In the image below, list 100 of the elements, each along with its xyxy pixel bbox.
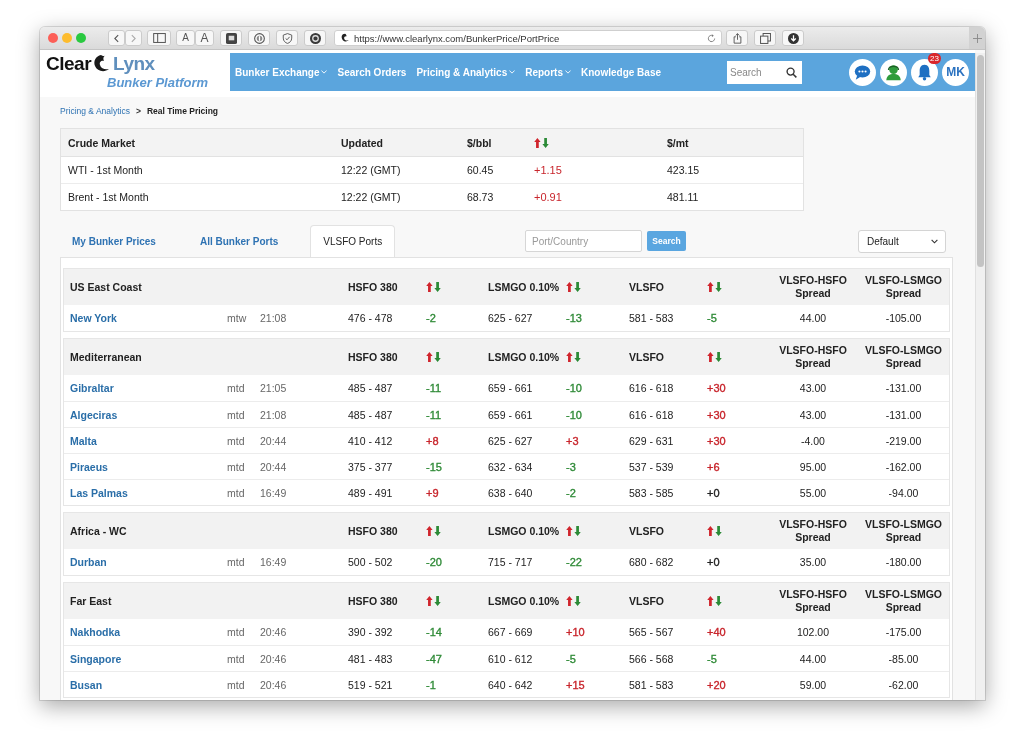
- column-header: Crude Market: [68, 136, 137, 149]
- extension-button[interactable]: [248, 30, 270, 46]
- table-cell-text: 640 - 642: [488, 678, 534, 691]
- up-down-arrows-icon: [426, 526, 441, 536]
- tab[interactable]: VLSFO Ports: [310, 225, 396, 257]
- port-link[interactable]: Busan: [70, 678, 103, 691]
- table-cell-text: -94.00: [887, 486, 920, 499]
- sidebar-button[interactable]: [147, 30, 171, 46]
- column-header: $/mt: [667, 136, 690, 149]
- price-change: -20: [426, 556, 442, 568]
- search-icon[interactable]: [786, 66, 797, 78]
- close-window-button[interactable]: [48, 33, 58, 43]
- chevron-right-icon: [131, 33, 136, 43]
- table-cell-text: 680 - 682: [629, 556, 675, 568]
- text-size-button[interactable]: A: [176, 30, 195, 46]
- breadcrumb-separator: >: [135, 105, 141, 116]
- up-down-arrows-icon: [707, 526, 722, 536]
- column-header: VLSFO: [629, 595, 665, 607]
- port-link[interactable]: New York: [70, 312, 117, 324]
- tabs-button[interactable]: [754, 30, 776, 46]
- up-down-arrows-icon: [566, 282, 581, 292]
- scrollbar[interactable]: [975, 53, 985, 700]
- share-icon: [731, 32, 743, 44]
- up-down-arrows-icon: [534, 137, 549, 148]
- price-change: -15: [426, 460, 442, 473]
- port-link[interactable]: Malta: [70, 434, 97, 447]
- crescent-icon: [340, 33, 350, 43]
- column-header: LSMGO 0.10%: [488, 281, 561, 293]
- text-size-button[interactable]: A: [195, 30, 214, 46]
- table-cell-text: 44.00: [798, 312, 828, 324]
- table-cell-text: mtd: [227, 382, 246, 394]
- chat-icon[interactable]: [849, 58, 876, 86]
- table-cell-text: 500 - 502: [348, 556, 394, 568]
- back-button[interactable]: [108, 30, 125, 46]
- column-header: LSMGO 0.10%: [488, 595, 561, 607]
- breadcrumb-link[interactable]: Pricing & Analytics: [60, 105, 130, 116]
- column-header: LSMGO 0.10%: [488, 525, 561, 537]
- table-cell-text: 659 - 661: [488, 408, 534, 421]
- table-cell-text: 410 - 412: [348, 434, 394, 447]
- column-header: VLSFO-HSFO Spread: [778, 344, 848, 370]
- price-change: -13: [566, 312, 582, 324]
- dark-square-icon: [225, 32, 237, 44]
- table-cell-text: -105.00: [884, 312, 923, 324]
- notification-badge: 23: [928, 52, 941, 64]
- port-link[interactable]: Piraeus: [70, 460, 108, 473]
- table-cell-text: 565 - 567: [629, 626, 675, 638]
- table-cell-text: 583 - 585: [629, 486, 675, 499]
- column-header: VLSFO: [629, 281, 665, 293]
- table-cell-text: mtd: [227, 626, 246, 638]
- port-link[interactable]: Singapore: [70, 652, 122, 665]
- table-cell-text: mtd: [227, 678, 246, 691]
- port-link[interactable]: Las Palmas: [70, 486, 128, 499]
- price-change: +30: [707, 434, 726, 447]
- port-link[interactable]: Algeciras: [70, 408, 118, 421]
- column-header: HSFO 380: [348, 351, 399, 363]
- table-cell-text: 537 - 539: [629, 460, 675, 473]
- table-cell-text: 12:22 (GMT): [341, 164, 402, 176]
- tab[interactable]: My Bunker Prices: [60, 225, 168, 257]
- table-cell-text: 610 - 612: [488, 652, 534, 665]
- table-cell-text: 659 - 661: [488, 382, 534, 394]
- price-change: -2: [566, 486, 576, 499]
- share-button[interactable]: [726, 30, 748, 46]
- table-cell-text: 20:46: [260, 652, 288, 665]
- table-cell-text: WTI - 1st Month: [68, 164, 144, 176]
- user-avatar[interactable]: MK: [942, 58, 969, 86]
- table-cell-text: 476 - 478: [348, 312, 394, 324]
- table-cell-text: 16:49: [260, 486, 288, 499]
- bell-icon[interactable]: [911, 58, 938, 86]
- port-link[interactable]: Durban: [70, 556, 107, 568]
- address-bar[interactable]: https://www.clearlynx.com/BunkerPrice/PortPrice: [334, 30, 722, 46]
- table-cell-text: 20:46: [260, 626, 288, 638]
- column-header: HSFO 380: [348, 281, 399, 293]
- port-link[interactable]: Nakhodka: [70, 626, 121, 638]
- extension-button[interactable]: [304, 30, 326, 46]
- price-change: +0: [707, 486, 720, 499]
- table-cell-text: 625 - 627: [488, 434, 534, 447]
- table-cell-text: mtd: [227, 556, 246, 568]
- reload-icon[interactable]: [707, 33, 716, 43]
- price-change: +0: [707, 556, 720, 568]
- downloads-button[interactable]: [782, 30, 804, 46]
- table-cell-text: -131.00: [884, 382, 923, 394]
- tab[interactable]: All Bunker Ports: [187, 225, 291, 257]
- price-change: -47: [426, 652, 442, 665]
- table-cell-text: -180.00: [884, 556, 923, 568]
- up-down-arrows-icon: [426, 596, 441, 606]
- column-header: LSMGO 0.10%: [488, 351, 561, 363]
- table-cell-text: 16:49: [260, 556, 288, 568]
- search-field[interactable]: Search: [727, 60, 802, 84]
- column-header: VLSFO-LSMGO Spread: [864, 518, 943, 544]
- sort-select[interactable]: Default: [858, 229, 946, 253]
- port-search-field[interactable]: Port/Country: [525, 230, 642, 252]
- person-icon[interactable]: [880, 58, 907, 86]
- table-cell-text: 102.00: [795, 626, 831, 638]
- price-change: -10: [566, 382, 582, 394]
- up-down-arrows-icon: [566, 596, 581, 606]
- breadcrumb-link[interactable]: Real Time Pricing: [146, 105, 219, 116]
- extension-button[interactable]: [220, 30, 242, 46]
- column-header: Updated: [341, 136, 384, 149]
- port-link[interactable]: Gibraltar: [70, 382, 114, 394]
- table-cell-text: 375 - 377: [348, 460, 394, 473]
